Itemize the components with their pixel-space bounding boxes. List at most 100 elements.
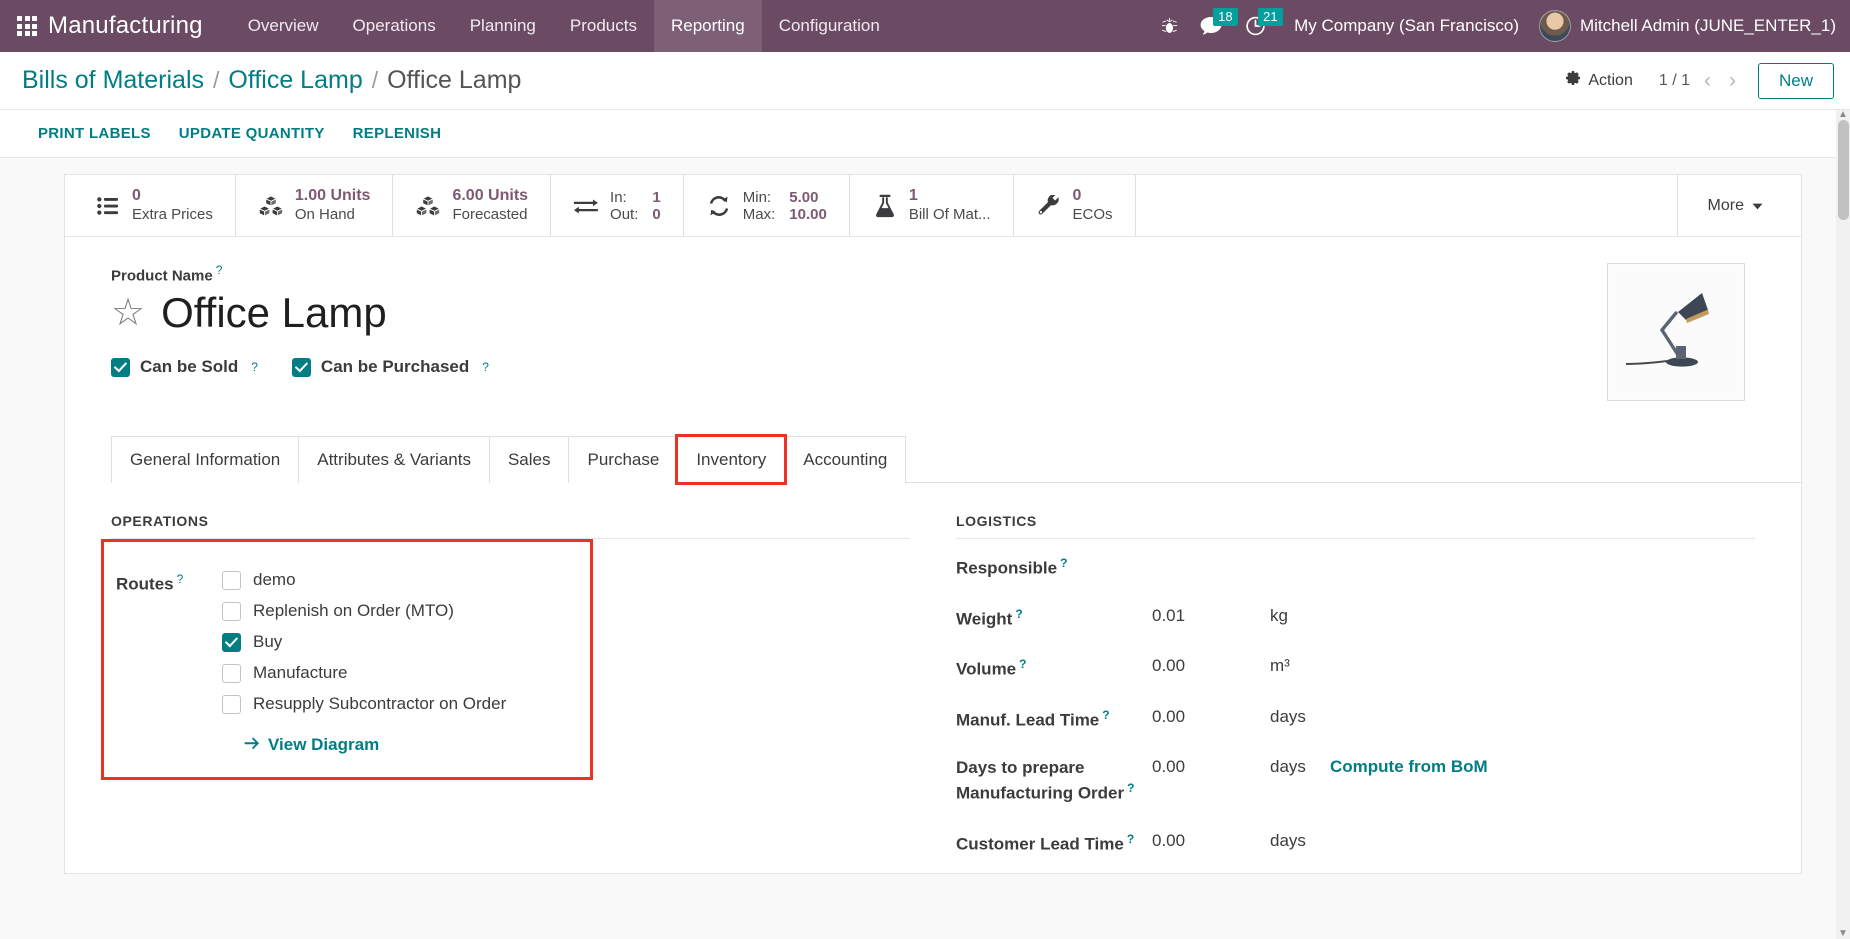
route-checkbox-replenish-on-order-mto[interactable]: Replenish on Order (MTO) (222, 601, 506, 621)
help-tooltip-icon[interactable]: ? (216, 263, 223, 277)
checkbox-box[interactable] (111, 357, 130, 377)
stat-button-extra-prices[interactable]: 0 Extra Prices (73, 175, 236, 236)
office-lamp-photo (1616, 272, 1736, 392)
company-switcher[interactable]: My Company (San Francisco) (1278, 16, 1535, 36)
help-tooltip-icon[interactable]: ? (1102, 708, 1109, 722)
stat-button-forecasted[interactable]: 6.00 Units Forecasted (393, 175, 552, 236)
help-tooltip-icon[interactable]: ? (1060, 556, 1067, 570)
checkbox-box[interactable] (222, 694, 241, 714)
nav-item-configuration[interactable]: Configuration (762, 0, 897, 52)
help-tooltip-icon[interactable]: ? (482, 360, 489, 374)
scrollbar-thumb[interactable] (1838, 120, 1849, 220)
navbar-right-group: 18 21 My Company (San Francisco) Mitchel… (1150, 0, 1836, 52)
checkbox-box[interactable] (291, 357, 311, 377)
help-tooltip-icon[interactable]: ? (1019, 657, 1026, 671)
inventory-tab-content: OPERATIONS Routes? demo Replenish on Ord… (65, 483, 1801, 857)
stat-button-on-hand[interactable]: 1.00 Units On Hand (236, 175, 394, 236)
page-scrollbar[interactable]: ▲ ▼ (1836, 110, 1850, 939)
help-tooltip-icon[interactable]: ? (1127, 832, 1134, 846)
update-quantity-button[interactable]: UPDATE QUANTITY (165, 117, 339, 150)
activities-icon-button[interactable]: 21 (1234, 0, 1283, 52)
checkbox-box[interactable] (222, 570, 241, 590)
tab-accounting[interactable]: Accounting (784, 436, 907, 483)
volume-unit: m³ (1270, 656, 1290, 676)
stat-row-key: Min: (742, 188, 772, 206)
help-tooltip-icon[interactable]: ? (1015, 607, 1022, 621)
checkbox-box[interactable] (222, 663, 241, 683)
route-checkbox-resupply-subcontractor-on-order[interactable]: Resupply Subcontractor on Order (222, 694, 506, 714)
flask-icon (872, 194, 898, 218)
compute-from-bom-link[interactable]: Compute from BoM (1330, 757, 1755, 777)
help-tooltip-icon[interactable]: ? (1127, 781, 1134, 795)
customer-lead-time-unit: days (1270, 830, 1306, 850)
stat-button-ecos[interactable]: 0 ECOs (1014, 175, 1136, 236)
more-stat-buttons-dropdown[interactable]: More (1676, 175, 1793, 236)
route-label: demo (253, 570, 296, 589)
weight-unit: kg (1270, 605, 1288, 625)
new-button[interactable]: New (1757, 62, 1834, 99)
star-outline-icon[interactable]: ☆ (111, 294, 145, 332)
scroll-down-arrow[interactable]: ▼ (1838, 929, 1848, 939)
help-tooltip-icon[interactable]: ? (177, 572, 184, 586)
stat-rows: In: 1 Out: 0 (610, 189, 661, 223)
page-title[interactable]: Office Lamp (161, 291, 387, 335)
stat-row-value: 0 (652, 205, 661, 223)
manuf-lead-time-value[interactable]: 0.00 (1152, 707, 1270, 727)
user-menu[interactable]: Mitchell Admin (JUNE_ENTER_1) (1535, 10, 1836, 42)
can-be-sold-checkbox[interactable]: Can be Sold? (111, 357, 258, 377)
tab-general-information[interactable]: General Information (111, 436, 300, 483)
checkbox-box[interactable] (222, 601, 241, 621)
messages-icon-button[interactable]: 18 (1189, 0, 1238, 52)
replenish-button[interactable]: REPLENISH (339, 117, 456, 150)
volume-label: Volume? (956, 657, 1027, 679)
bug-icon[interactable] (1150, 0, 1189, 52)
stat-value: 0 (1072, 187, 1082, 205)
pager: 1 / 1 ‹ › (1659, 70, 1740, 91)
checkbox-box[interactable] (222, 632, 241, 652)
notebook-tabs: General Information Attributes & Variant… (111, 434, 1801, 485)
nav-item-products[interactable]: Products (553, 0, 654, 52)
tab-attributes-variants[interactable]: Attributes & Variants (298, 436, 490, 483)
help-tooltip-icon[interactable]: ? (251, 360, 258, 374)
route-label: Buy (253, 632, 283, 651)
chevron-left-icon[interactable]: ‹ (1700, 70, 1715, 91)
nav-item-planning[interactable]: Planning (453, 0, 553, 52)
breadcrumb-item-office-lamp[interactable]: Office Lamp (228, 66, 362, 95)
route-checkbox-buy[interactable]: Buy (222, 632, 506, 652)
route-checkbox-demo[interactable]: demo (222, 570, 506, 590)
stat-button-min-max[interactable]: Min: 5.00 Max: 10.00 (684, 175, 850, 236)
apps-grid-icon[interactable] (10, 9, 44, 43)
view-diagram-link[interactable]: View Diagram (244, 735, 506, 755)
customer-lead-time-value[interactable]: 0.00 (1152, 831, 1270, 851)
breadcrumb-item-bills-of-materials[interactable]: Bills of Materials (22, 66, 204, 95)
stat-button-in-out[interactable]: In: 1 Out: 0 (551, 175, 684, 236)
tab-purchase[interactable]: Purchase (568, 436, 679, 483)
routes-label: Routes? (116, 572, 184, 594)
product-image[interactable] (1607, 263, 1745, 401)
form-view-scroll-area: 0 Extra Prices 1.00 Units On Hand 6.00 U… (0, 158, 1850, 939)
stat-value: 6.00 Units (452, 187, 529, 205)
chevron-right-icon[interactable]: › (1725, 70, 1740, 91)
nav-item-overview[interactable]: Overview (231, 0, 336, 52)
print-labels-button[interactable]: PRINT LABELS (22, 117, 165, 150)
weight-label: Weight? (956, 606, 1023, 629)
nav-item-reporting[interactable]: Reporting (653, 0, 762, 52)
route-checkbox-manufacture[interactable]: Manufacture (222, 663, 506, 683)
product-flags: Can be Sold? Can be Purchased? (111, 357, 1607, 377)
can-be-purchased-checkbox[interactable]: Can be Purchased? (291, 357, 489, 377)
weight-value[interactable]: 0.01 (1152, 606, 1270, 626)
scroll-up-arrow[interactable]: ▲ (1838, 110, 1848, 120)
product-form-sheet: 0 Extra Prices 1.00 Units On Hand 6.00 U… (64, 174, 1802, 874)
volume-value[interactable]: 0.00 (1152, 656, 1270, 676)
can-be-purchased-label: Can be Purchased (320, 357, 470, 377)
stat-button-bill-of-materials[interactable]: 1 Bill Of Mat... (850, 175, 1014, 236)
days-to-prepare-mo-value[interactable]: 0.00 (1152, 757, 1270, 777)
nav-item-operations[interactable]: Operations (336, 0, 453, 52)
tab-sales[interactable]: Sales (488, 436, 570, 483)
app-brand-manufacturing[interactable]: Manufacturing (48, 12, 203, 40)
wrench-icon (1036, 194, 1062, 217)
stat-row-value: 5.00 (789, 188, 819, 206)
action-menu-button[interactable]: Action (1553, 64, 1644, 97)
logistics-group-title: LOGISTICS (956, 513, 1755, 539)
tab-inventory[interactable]: Inventory (675, 434, 788, 485)
